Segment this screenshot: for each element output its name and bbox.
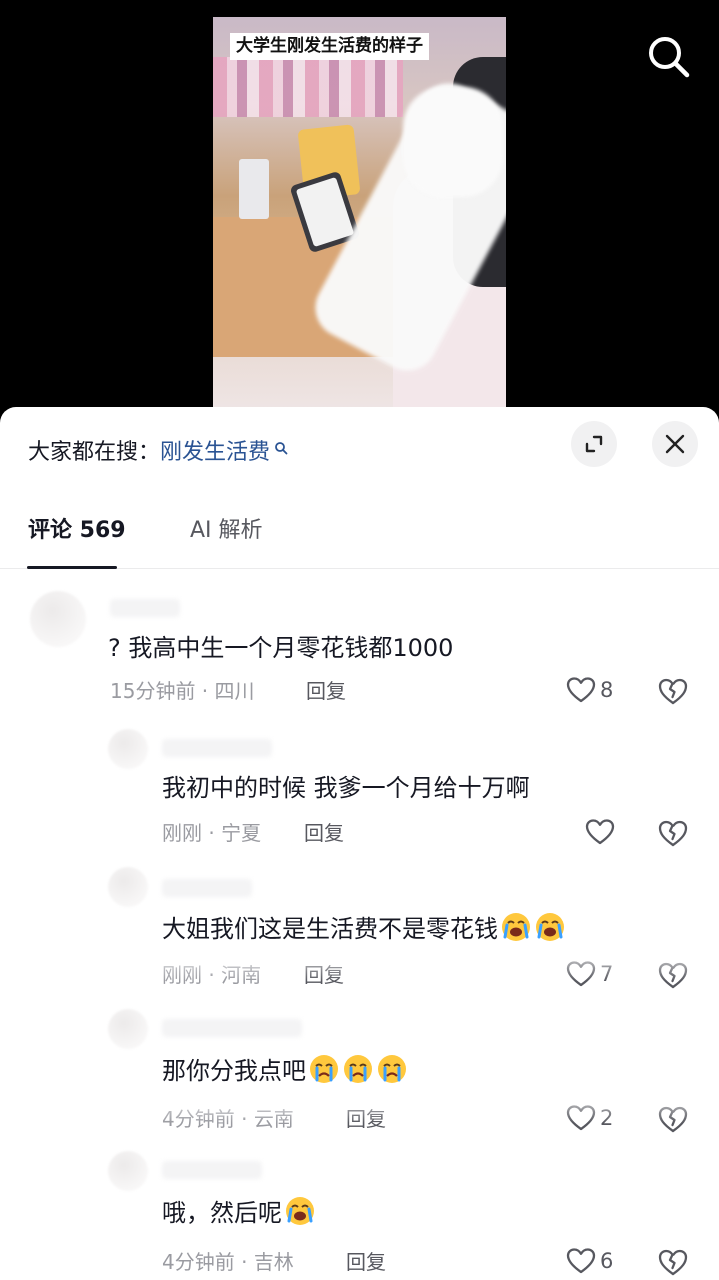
username-blurred — [110, 599, 180, 617]
video-shelf-decor — [213, 57, 403, 117]
meta-separator: · — [234, 1250, 254, 1274]
like-button[interactable]: 6 — [566, 1247, 613, 1275]
tab-ai-analysis[interactable]: AI 解析 — [190, 515, 263, 547]
comment-text-content: 大姐我们这是生活费不是零花钱 — [162, 915, 498, 943]
broken-heart-icon — [658, 820, 688, 847]
username-blurred — [162, 1019, 302, 1037]
reply-button[interactable]: 回复 — [304, 819, 344, 847]
comment-text: 哦，然后呢 — [162, 1195, 316, 1230]
avatar[interactable] — [108, 729, 148, 769]
small-search-icon — [275, 442, 288, 455]
like-count: 8 — [600, 678, 614, 702]
crying-emoji-icon — [536, 913, 564, 941]
search-button[interactable] — [646, 34, 692, 80]
hot-search-prefix: 大家都在搜： — [28, 440, 161, 465]
video-player[interactable]: 大学生刚发生活费的样子 — [0, 0, 719, 420]
search-icon — [649, 37, 690, 78]
comment-item: 大姐我们这是生活费不是零花钱 刚刚 · 河南 回复 7 — [0, 865, 719, 1005]
tab-comments[interactable]: 评论 569 — [28, 515, 126, 547]
comment-text: 那你分我点吧 — [162, 1053, 408, 1088]
username-blurred — [162, 739, 272, 757]
heart-icon — [566, 1248, 596, 1274]
crying-emoji-icon — [286, 1197, 314, 1225]
tab-active-indicator — [27, 566, 117, 569]
comment-time: 15分钟前 — [110, 679, 196, 703]
meta-separator: · — [195, 679, 215, 703]
hot-search-link[interactable]: 大家都在搜：刚发生活费 — [28, 437, 288, 469]
comment-sheet: 大家都在搜：刚发生活费 评论 569 AI 解析 ? 我高中生一个月零花钱都10… — [0, 407, 719, 1280]
like-count: 6 — [600, 1249, 614, 1273]
fold-fade — [0, 1099, 719, 1123]
comment-text-content: 哦，然后呢 — [162, 1199, 282, 1227]
avatar[interactable] — [30, 591, 86, 647]
comment-location: 四川 — [214, 679, 255, 703]
expand-button[interactable] — [571, 421, 617, 467]
comment-item: 那你分我点吧 4分钟前 · 云南 回复 2 — [0, 1005, 719, 1145]
comment-text: 我初中的时候 我爹一个月给十万啊 — [162, 774, 530, 802]
comment-text: 大姐我们这是生活费不是零花钱 — [162, 911, 566, 946]
crying-emoji-icon — [378, 1055, 406, 1083]
comment-meta: 刚刚 · 宁夏 — [162, 819, 261, 847]
video-monitor-decor — [239, 159, 269, 219]
comment-item: ? 我高中生一个月零花钱都1000 15分钟前 · 四川 回复 8 — [0, 587, 719, 737]
avatar[interactable] — [108, 1151, 148, 1191]
comment-location: 宁夏 — [221, 821, 262, 845]
like-button[interactable]: 8 — [566, 676, 613, 704]
dislike-button[interactable] — [657, 675, 689, 707]
tab-bar: 评论 569 AI 解析 — [0, 503, 719, 569]
comment-meta: 15分钟前 · 四川 — [110, 677, 255, 705]
username-blurred — [162, 879, 252, 897]
dislike-button[interactable] — [657, 1246, 689, 1278]
broken-heart-icon — [658, 1249, 688, 1276]
crying-emoji-icon — [502, 913, 530, 941]
crying-emoji-icon — [310, 1055, 338, 1083]
comment-location: 吉林 — [253, 1250, 294, 1274]
video-caption: 大学生刚发生活费的样子 — [230, 33, 429, 60]
comment-text: ? 我高中生一个月零花钱都1000 — [108, 634, 454, 662]
hot-search-term[interactable]: 刚发生活费 — [160, 440, 270, 465]
comment-item: 我初中的时候 我爹一个月给十万啊 刚刚 · 宁夏 回复 — [0, 725, 719, 865]
crying-emoji-icon — [344, 1055, 372, 1083]
video-blur-mask — [403, 87, 503, 197]
like-button[interactable] — [585, 818, 619, 846]
dislike-button[interactable] — [657, 817, 689, 849]
avatar[interactable] — [108, 1009, 148, 1049]
comment-time: 刚刚 — [162, 821, 202, 845]
heart-icon — [585, 819, 615, 845]
reply-button[interactable]: 回复 — [346, 1248, 386, 1276]
avatar[interactable] — [108, 867, 148, 907]
heart-icon — [566, 677, 596, 703]
broken-heart-icon — [658, 678, 688, 705]
comment-time: 4分钟前 — [162, 1250, 235, 1274]
fold-fade — [0, 957, 719, 981]
meta-separator: · — [202, 821, 222, 845]
video-frame[interactable] — [213, 17, 506, 415]
username-blurred — [162, 1161, 262, 1179]
comment-text-content: 那你分我点吧 — [162, 1057, 306, 1085]
comment-item: 哦，然后呢 4分钟前 · 吉林 回复 6 — [0, 1147, 719, 1280]
expand-icon — [585, 435, 603, 453]
reply-button[interactable]: 回复 — [306, 677, 346, 705]
close-button[interactable] — [652, 421, 698, 467]
comment-meta: 4分钟前 · 吉林 — [162, 1248, 294, 1276]
close-icon — [665, 434, 685, 454]
